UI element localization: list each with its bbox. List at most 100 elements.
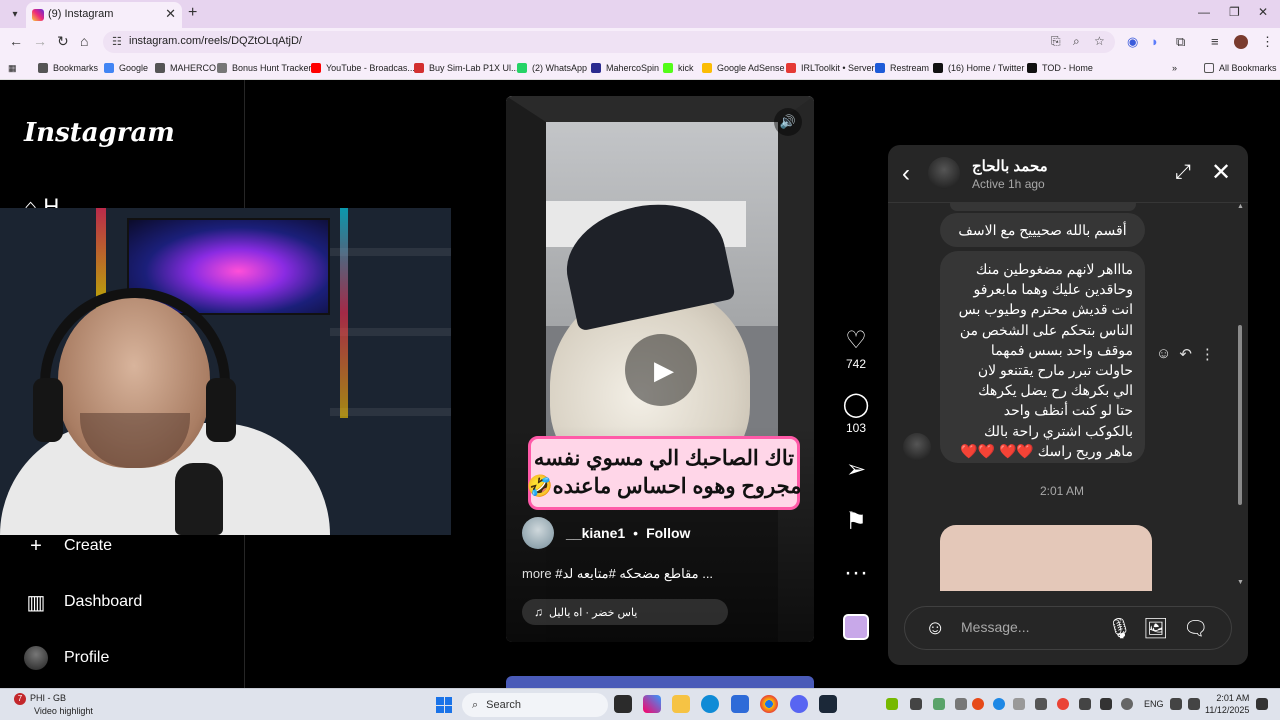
- chat-contact-name[interactable]: محمد بالحاج: [972, 157, 1048, 175]
- tray-icon[interactable]: [1079, 698, 1091, 710]
- bookmark-item[interactable]: TOD - Home: [1027, 61, 1093, 75]
- play-icon[interactable]: ▶: [625, 334, 697, 406]
- volume-tray-icon[interactable]: [1170, 698, 1182, 710]
- bookmark-item[interactable]: (2) WhatsApp: [517, 61, 587, 75]
- language-indicator[interactable]: ENG: [1144, 699, 1164, 709]
- bookmark-item[interactable]: YouTube - Broadcas...: [311, 61, 415, 75]
- bluetooth-icon[interactable]: [993, 698, 1005, 710]
- chevron-left-icon[interactable]: ‹: [902, 160, 910, 188]
- nvidia-tray-icon[interactable]: [886, 698, 898, 710]
- back-button[interactable]: ←: [9, 33, 23, 49]
- tray-icon[interactable]: [972, 698, 984, 710]
- bookmark-item[interactable]: IRLToolkit • Server: [786, 61, 875, 75]
- bookmark-item[interactable]: MahercoSpin: [591, 61, 659, 75]
- home-button[interactable]: ⌂: [80, 33, 88, 49]
- author-avatar[interactable]: [522, 517, 554, 549]
- edge-icon[interactable]: [701, 695, 719, 713]
- sender-avatar[interactable]: [903, 433, 931, 461]
- extension-2-icon[interactable]: ◗: [1151, 34, 1159, 49]
- bookmark-item[interactable]: MAHERCO: [155, 61, 216, 75]
- reel-video[interactable]: 잔치국수 🔊 ▶ تاك الصاحبك الي مسوي نفسه مجروح…: [506, 96, 814, 642]
- bookmark-item[interactable]: Google: [104, 61, 148, 75]
- scroll-down-icon[interactable]: ▼: [1237, 579, 1244, 586]
- message-bubble[interactable]: ماااهر لانهم مضغوطين منك وحاقدين عليك وه…: [940, 251, 1145, 463]
- extension-icon[interactable]: ◉: [1127, 34, 1138, 50]
- tray-icon[interactable]: [910, 698, 922, 710]
- like-button[interactable]: ♡ 742: [836, 328, 876, 372]
- zoom-icon[interactable]: ⌕: [1073, 34, 1080, 49]
- taskbar-clock[interactable]: 2:01 AM 11/12/2025: [1205, 692, 1249, 716]
- more-link[interactable]: more: [522, 566, 552, 581]
- copilot-icon[interactable]: [643, 695, 661, 713]
- file-explorer-icon[interactable]: [672, 695, 690, 713]
- bookmark-item[interactable]: Bonus Hunt Tracker: [217, 61, 312, 75]
- store-icon[interactable]: [731, 695, 749, 713]
- menu-kebab-icon[interactable]: ⋮: [1261, 34, 1274, 50]
- install-app-icon[interactable]: ⎘: [1051, 34, 1061, 49]
- game-notification[interactable]: 7 PHI - GB Video highlight: [14, 692, 93, 717]
- reading-list-icon[interactable]: ≡: [1211, 34, 1219, 49]
- windows-start-icon[interactable]: [436, 697, 452, 713]
- reel-description[interactable]: more #مقاطع مضحكه #متابعه لد ...: [522, 566, 798, 582]
- comment-button[interactable]: ◯ 103: [836, 392, 876, 436]
- chat-avatar[interactable]: [928, 157, 960, 189]
- taskbar-search[interactable]: ⌕ Search: [462, 693, 608, 717]
- extensions-puzzle-icon[interactable]: ⧉: [1176, 34, 1185, 50]
- tab-search-button[interactable]: ▾: [6, 5, 24, 23]
- tray-icon[interactable]: [955, 698, 967, 710]
- bookmark-star-icon[interactable]: ☆: [1094, 34, 1105, 48]
- reload-button[interactable]: ↻: [57, 33, 69, 50]
- react-emoji-icon[interactable]: ☺: [1156, 345, 1171, 363]
- steam-tray-icon[interactable]: [1100, 698, 1112, 710]
- discord-icon[interactable]: [790, 695, 808, 713]
- microphone-icon[interactable]: 🎙: [1107, 616, 1132, 641]
- message-input[interactable]: [961, 619, 1101, 635]
- steam-icon[interactable]: [819, 695, 837, 713]
- forward-button[interactable]: →: [33, 33, 47, 49]
- nav-profile[interactable]: Profile: [24, 643, 109, 673]
- tray-icon[interactable]: [1013, 698, 1025, 710]
- bookmark-item[interactable]: Restream: [875, 61, 929, 75]
- restore-button[interactable]: ❐: [1229, 5, 1240, 19]
- google-tray-icon[interactable]: [1057, 698, 1069, 710]
- original-audio-thumbnail[interactable]: [843, 614, 869, 640]
- tab-instagram[interactable]: (9) Instagram ✕: [26, 2, 182, 28]
- microphone-tray-icon[interactable]: [1121, 698, 1133, 710]
- sticker-icon[interactable]: 🗨: [1183, 616, 1208, 641]
- save-button[interactable]: ⚑: [836, 509, 876, 535]
- audio-track[interactable]: ♫ ياس خضر · اه ياليل: [522, 599, 728, 625]
- tab-close-icon[interactable]: ✕: [165, 6, 176, 22]
- media-message[interactable]: [940, 525, 1152, 591]
- chat-messages[interactable]: أقسم بالله صحيييح مع الاسف ماااهر لانهم …: [888, 203, 1248, 591]
- new-tab-button[interactable]: +: [188, 4, 197, 22]
- more-kebab-icon[interactable]: ⋮: [1200, 345, 1215, 363]
- all-bookmarks-folder[interactable]: All Bookmarks: [1204, 61, 1277, 75]
- chrome-icon[interactable]: [760, 695, 778, 713]
- profile-avatar-icon[interactable]: [1234, 35, 1248, 49]
- image-icon[interactable]: 🖼: [1143, 616, 1168, 641]
- network-tray-icon[interactable]: [1188, 698, 1200, 710]
- bookmark-item[interactable]: Google AdSense: [702, 61, 785, 75]
- bookmark-item[interactable]: (16) Home / Twitter: [933, 61, 1024, 75]
- expand-icon[interactable]: ⤢: [1175, 161, 1191, 184]
- minimize-button[interactable]: —: [1198, 5, 1210, 19]
- share-button[interactable]: ➢: [836, 457, 876, 483]
- nav-create[interactable]: + Create: [24, 531, 112, 561]
- bookmark-item[interactable]: Bookmarks: [38, 61, 98, 75]
- close-window-button[interactable]: ✕: [1258, 5, 1268, 19]
- nav-dashboard[interactable]: ▥ Dashboard: [24, 587, 143, 617]
- emoji-icon[interactable]: ☺: [925, 617, 945, 640]
- volume-icon[interactable]: 🔊: [774, 108, 802, 136]
- apps-grid-icon[interactable]: ▦: [8, 61, 17, 75]
- message-bubble[interactable]: أقسم بالله صحيييح مع الاسف: [940, 213, 1145, 247]
- close-icon[interactable]: ✕: [1211, 158, 1231, 187]
- bookmark-item[interactable]: Buy Sim-Lab P1X Ul...: [414, 61, 519, 75]
- author-name[interactable]: __kiane1: [566, 525, 625, 541]
- address-bar[interactable]: ☷ instagram.com/reels/DQZtOLqAtjD/ ⎘ ⌕ ☆: [103, 31, 1115, 53]
- bookmarks-overflow-icon[interactable]: »: [1172, 61, 1177, 75]
- follow-button[interactable]: Follow: [646, 525, 690, 541]
- bookmark-item[interactable]: kick: [663, 61, 694, 75]
- chat-scrollbar[interactable]: ▲ ▼: [1237, 203, 1244, 587]
- tray-icon[interactable]: [1035, 698, 1047, 710]
- more-options-button[interactable]: ···: [836, 560, 876, 586]
